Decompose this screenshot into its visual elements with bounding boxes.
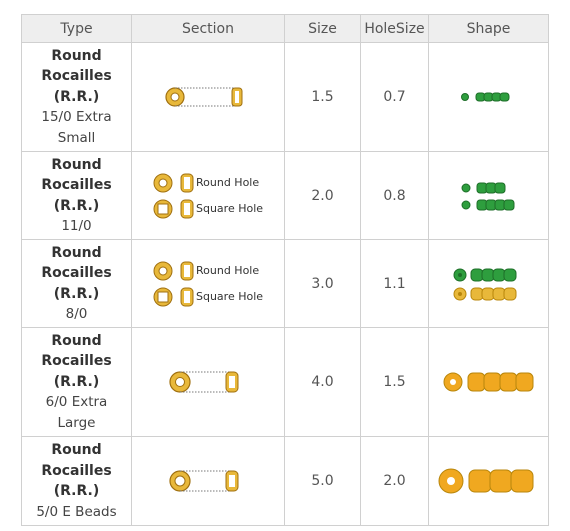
type-name: (R.R.) [53,373,100,390]
bead-section-diagram [169,470,239,492]
header-size: Size [284,14,361,43]
holesize-cell: 1.5 [360,327,429,437]
square-hole-label: Square Hole [196,202,264,215]
type-name: Round [51,47,102,64]
shape-cell [428,327,549,437]
bead-shape-image [438,468,533,494]
bead-section-diagram [165,87,243,107]
type-name: Rocailles [41,177,112,193]
section-cell: Round Hole Square Hole [131,151,285,240]
type-cell: Round Rocailles (R.R.) 5/0 E Beads [21,436,132,526]
type-cell: Round Rocailles (R.R.) 15/0 Extra Small [21,42,132,152]
square-hole-label: Square Hole [196,290,264,303]
header-row: Type Section Size HoleSize Shape [21,14,549,43]
type-size: 5/0 E Beads [36,503,117,520]
header-section: Section [131,14,285,43]
type-cell: Round Rocailles (R.R.) 6/0 Extra Large [21,327,132,437]
type-name: (R.R.) [53,197,100,214]
bead-shape-image [461,182,514,210]
section-cell [131,327,285,437]
bead-shape-image [460,92,509,102]
holesize-cell: 2.0 [360,436,429,526]
type-name: (R.R.) [53,483,100,499]
table-row: Round Rocailles (R.R.) 5/0 E Beads 5.0 2… [21,436,549,526]
bead-section-diagram [169,371,239,393]
type-size: 6/0 Extra Large [45,394,108,431]
type-name: Rocailles [41,353,112,370]
size-cell: 4.0 [284,327,361,437]
shape-cell [428,42,549,152]
table-row: Round Rocailles (R.R.) 6/0 Extra Large 4… [21,327,549,437]
type-name: Round [51,442,102,458]
type-cell: Round Rocailles (R.R.) 11/0 [21,151,132,240]
round-hole-diagram [153,173,194,192]
type-name: (R.R.) [53,88,100,105]
round-hole-label: Round Hole [196,176,260,189]
header-shape: Shape [428,14,549,43]
shape-cell [428,436,549,526]
header-type: Type [21,14,132,43]
table-row: Round Rocailles (R.R.) 15/0 Extra Small … [21,42,549,152]
type-size: 8/0 [65,306,88,322]
shape-cell [428,239,549,328]
holesize-cell: 0.7 [360,42,429,152]
type-name: Rocailles [41,265,112,281]
size-cell: 3.0 [284,239,361,328]
type-name: (R.R.) [53,285,100,302]
type-cell: Round Rocailles (R.R.) 8/0 [21,239,132,328]
type-name: Round [51,244,102,261]
type-size: 11/0 [61,218,92,234]
size-cell: 1.5 [284,42,361,152]
type-name: Round [51,332,102,349]
shape-cell [428,151,549,240]
bead-shape-image [443,372,533,392]
type-name: Round [51,156,102,173]
holesize-cell: 0.8 [360,151,429,240]
section-cell: Round Hole Square Hole [131,239,285,328]
holesize-cell: 1.1 [360,239,429,328]
type-size: 15/0 Extra Small [41,109,112,146]
table-row: Round Rocailles (R.R.) 8/0 Round Hole Sq… [21,239,549,328]
header-holesize: HoleSize [360,14,429,43]
table-row: Round Rocailles (R.R.) 11/0 Round Hole S… [21,151,549,240]
size-cell: 5.0 [284,436,361,526]
bead-shape-image [453,268,516,300]
round-hole-diagram [153,261,194,280]
section-cell [131,42,285,152]
square-hole-diagram [153,199,194,218]
round-hole-label: Round Hole [196,264,260,277]
size-cell: 2.0 [284,151,361,240]
bead-size-table: Type Section Size HoleSize Shape Round R… [21,14,549,526]
square-hole-diagram [153,287,194,306]
type-name: Rocailles [41,462,112,479]
section-cell [131,436,285,526]
type-name: Rocailles [41,68,112,85]
